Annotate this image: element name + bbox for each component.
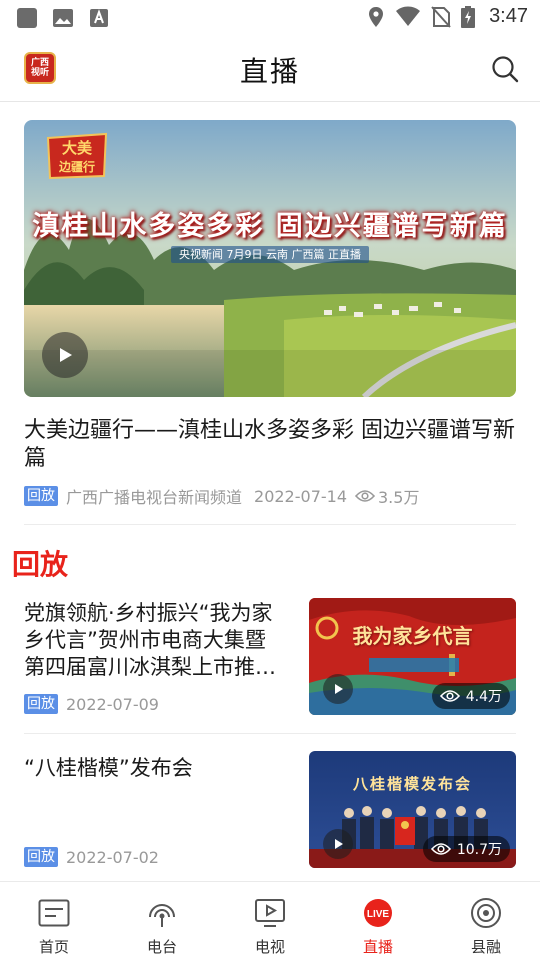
top-app-bar: 广西 视听 直播 <box>0 36 540 102</box>
featured-date: 2022-07-14 <box>254 486 347 506</box>
featured-subline: 央视新闻 7月9日 云南 广西篇 正直播 <box>24 246 516 263</box>
featured-video-card[interactable]: 大美 边疆行 滇桂山水多姿多彩 固边兴疆谱写新篇 央视新闻 7月9日 云南 广西… <box>24 120 516 397</box>
play-button[interactable] <box>323 829 353 859</box>
list-item-meta: 回放 2022-07-09 <box>24 694 159 714</box>
eye-icon <box>355 490 375 502</box>
badge-line-2: 边疆行 <box>58 159 95 174</box>
bottom-navigation: 首页 电台 电视 LIVE 直播 县融 <box>0 881 540 960</box>
featured-subline-text: 央视新闻 7月9日 云南 广西篇 正直播 <box>171 246 369 263</box>
play-button[interactable] <box>323 674 353 704</box>
page-title: 直播 <box>239 55 300 88</box>
featured-title[interactable]: 大美边疆行——滇桂山水多姿多彩 固边兴疆谱写新篇 <box>24 417 516 473</box>
wifi-icon <box>396 6 421 26</box>
clock: 3:47 <box>489 5 528 27</box>
featured-source: 广西广播电视台新闻频道 <box>66 488 243 507</box>
nav-item-live[interactable]: LIVE 直播 <box>324 882 432 960</box>
divider <box>24 524 516 525</box>
list-item-title[interactable]: “八桂楷模”发布会 <box>24 755 286 782</box>
replay-tag: 回放 <box>24 486 58 506</box>
no-sim-icon <box>431 5 451 28</box>
nav-item-radio[interactable]: 电台 <box>108 882 216 960</box>
font-notification-icon <box>90 9 108 27</box>
play-icon <box>60 348 72 362</box>
thumbnail-caption: 八桂楷模发布会 <box>352 775 472 793</box>
replay-tag: 回放 <box>24 694 58 714</box>
divider <box>24 733 516 734</box>
replay-tag: 回放 <box>24 847 58 867</box>
status-bar: 3:47 <box>0 0 540 36</box>
list-item-date: 2022-07-02 <box>66 847 159 867</box>
play-icon <box>335 839 343 849</box>
view-count-text: 4.4万 <box>465 689 502 705</box>
list-item-title[interactable]: 党旗领航·乡村振兴“我为家乡代言”贺州市电商大集暨第四届富川冰淇梨上市推介会 <box>24 600 286 681</box>
view-count: 10.7万 <box>422 836 510 862</box>
program-badge: 大美 边疆行 <box>46 132 108 180</box>
list-item-meta: 回放 2022-07-02 <box>24 847 159 867</box>
play-icon <box>335 684 343 694</box>
nav-label: 电视 <box>254 938 285 956</box>
badge-line-1: 大美 <box>62 139 93 157</box>
nav-item-tv[interactable]: 电视 <box>216 882 324 960</box>
nav-label: 直播 <box>362 938 393 956</box>
svg-text:LIVE: LIVE <box>367 909 390 920</box>
list-item-thumbnail[interactable]: 我为家乡代言 4.4万 <box>309 598 516 715</box>
radio-icon <box>149 904 175 927</box>
nav-label: 县融 <box>470 938 501 956</box>
play-button[interactable] <box>42 332 88 378</box>
nav-label: 电台 <box>146 938 177 956</box>
view-count: 4.4万 <box>431 683 510 709</box>
featured-meta: 回放 广西广播电视台新闻频道 2022-07-14 3.5万 <box>24 484 419 508</box>
featured-views: 3.5万 <box>378 488 420 507</box>
nav-item-county[interactable]: 县融 <box>432 882 540 960</box>
app-notification-icon <box>17 8 37 28</box>
list-item-thumbnail[interactable]: 八桂楷模发布会 10.7万 <box>309 751 516 868</box>
county-icon <box>471 898 501 928</box>
nav-label: 首页 <box>38 938 69 956</box>
search-icon[interactable] <box>490 54 520 84</box>
eye-icon <box>439 690 460 702</box>
nav-item-home[interactable]: 首页 <box>0 882 108 960</box>
view-count-text: 10.7万 <box>456 842 502 858</box>
list-item-date: 2022-07-09 <box>66 694 159 714</box>
tv-icon <box>255 899 285 927</box>
eye-icon <box>430 843 451 855</box>
featured-slogan: 滇桂山水多姿多彩 固边兴疆谱写新篇 <box>32 211 508 242</box>
battery-charging-icon <box>461 5 476 28</box>
live-icon: LIVE <box>364 899 392 927</box>
section-title-replay: 回放 <box>12 548 69 581</box>
thumbnail-caption: 我为家乡代言 <box>352 624 473 648</box>
image-notification-icon <box>53 9 73 27</box>
news-icon <box>38 899 70 927</box>
location-icon <box>369 6 384 27</box>
